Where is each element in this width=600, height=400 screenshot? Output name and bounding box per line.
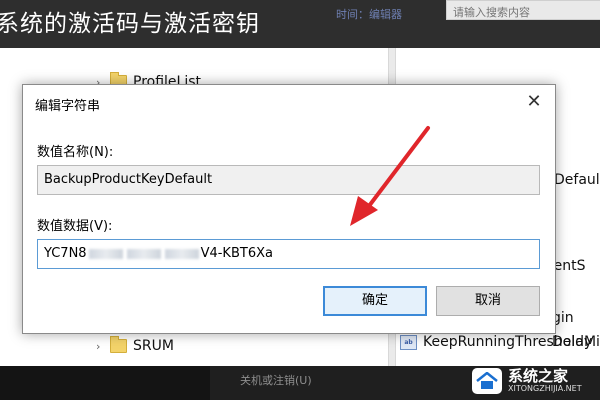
chevron-right-icon[interactable]: › — [96, 340, 104, 353]
article-title: 系统的激活码与激活密钥 — [0, 11, 260, 37]
value-name: Defaul — [554, 172, 600, 188]
value-row[interactable]: ab KeepRunningThresholdMi — [400, 334, 600, 350]
folder-icon — [110, 336, 127, 353]
site-watermark: 系统之家 XITONGZHIJIA.NET — [472, 368, 582, 394]
search-input[interactable] — [447, 3, 600, 22]
blurred-segment — [126, 248, 161, 259]
tree-item-srum[interactable]: › SRUM — [96, 336, 174, 354]
search-box[interactable] — [446, 0, 600, 22]
taskbar: 关机或注销(U) 系统之家 XITONGZHIJIA.NET — [0, 366, 600, 400]
registry-value-icon: ab — [400, 334, 417, 350]
article-banner: 系统的激活码与激活密钥 时间：编辑器 — [0, 0, 600, 48]
value-data-label: 数值数据(V): — [37, 219, 113, 234]
house-logo-icon — [476, 372, 498, 389]
article-meta: 时间：编辑器 — [336, 8, 402, 21]
value-name: KeepRunningThresholdMi — [423, 334, 600, 350]
watermark-logo — [472, 368, 502, 394]
cancel-button[interactable]: 取消 — [436, 286, 540, 316]
taskbar-left — [0, 366, 210, 400]
power-menu-item[interactable]: 关机或注销(U) — [240, 372, 312, 388]
blurred-segment — [88, 248, 123, 259]
value-name-field: BackupProductKeyDefault — [37, 165, 540, 195]
ok-button[interactable]: 确定 — [323, 286, 427, 316]
blurred-segment — [164, 248, 199, 259]
value-name-label: 数值名称(N): — [37, 145, 114, 160]
tree-item-label: SRUM — [133, 338, 174, 354]
watermark-name: 系统之家 — [508, 367, 569, 385]
value-data-field[interactable]: YC7N8 V4-KBT6Xa — [37, 239, 540, 269]
edit-string-dialog: 编辑字符串 ✕ 数值名称(N): BackupProductKeyDefault… — [22, 84, 556, 334]
dialog-title: 编辑字符串 — [35, 99, 101, 114]
value-data-start: YC7N8 — [44, 246, 87, 261]
value-row[interactable]: Defaul — [554, 172, 600, 188]
watermark-url: XITONGZHIJIA.NET — [508, 384, 582, 393]
close-icon[interactable]: ✕ — [523, 91, 545, 113]
value-data-end: V4-KBT6Xa — [200, 246, 273, 261]
